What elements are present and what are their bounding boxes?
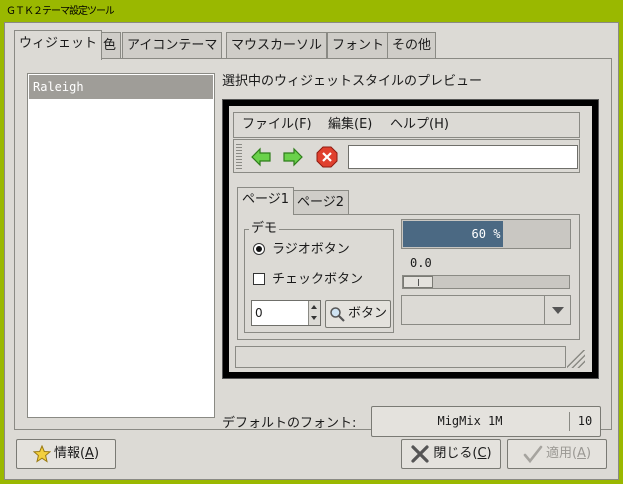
close-icon xyxy=(411,444,429,463)
toolbar-grip-handle[interactable] xyxy=(236,143,242,169)
stop-icon[interactable] xyxy=(316,146,338,168)
forward-arrow-icon[interactable] xyxy=(282,146,304,168)
back-arrow-icon[interactable] xyxy=(250,146,272,168)
window-title: ＧＴＫ２テーマ設定ツール xyxy=(6,6,114,17)
app-window: ＧＴＫ２テーマ設定ツール ウィジェット 色 アイコンテーマ マウスカーソル フォ… xyxy=(0,0,623,484)
default-font-label: デフォルトのフォント: xyxy=(222,416,357,431)
close-button-label: 閉じる(C) xyxy=(433,446,492,461)
demo-frame-legend: デモ xyxy=(249,221,280,237)
demo-button-label: ボタン xyxy=(347,306,387,321)
radio-button[interactable]: ラジオボタン xyxy=(253,240,350,260)
demo-button[interactable]: ボタン xyxy=(325,300,391,328)
preview-window: ファイル(F) 編集(E) ヘルプ(H) ページ1 ページ2 デモ ラジオボタン… xyxy=(229,106,592,372)
spin-up-icon[interactable] xyxy=(311,305,317,309)
apply-button[interactable]: 適用(A) xyxy=(507,439,607,469)
menu-edit[interactable]: 編集(E) xyxy=(328,113,372,137)
font-chooser-button[interactable]: MigMix 1M 10 xyxy=(371,406,601,437)
font-separator xyxy=(569,412,570,431)
about-button-label: 情報(A) xyxy=(53,446,100,461)
radio-label: ラジオボタン xyxy=(272,242,350,257)
menu-help[interactable]: ヘルプ(H) xyxy=(390,113,449,137)
star-icon xyxy=(32,444,51,463)
close-button[interactable]: 閉じる(C) xyxy=(401,439,501,469)
scale-slider-handle[interactable] xyxy=(403,276,433,288)
progress-text: 60 % xyxy=(471,227,501,241)
font-size: 10 xyxy=(577,414,593,428)
main-content: ウィジェット 色 アイコンテーマ マウスカーソル フォント その他 Raleig… xyxy=(4,22,619,480)
tab-font[interactable]: フォント xyxy=(327,32,390,58)
search-icon xyxy=(330,306,345,322)
menu-file[interactable]: ファイル(F) xyxy=(242,113,312,137)
status-bar xyxy=(235,346,566,368)
scale-value: 0.0 xyxy=(410,256,432,270)
tab-other[interactable]: その他 xyxy=(387,32,437,58)
spin-button[interactable]: 0 xyxy=(251,300,321,326)
font-name: MigMix 1M xyxy=(437,414,503,428)
check-button[interactable]: チェックボタン xyxy=(253,270,363,290)
combo-box[interactable] xyxy=(401,295,571,325)
demo-frame: デモ ラジオボタン チェックボタン 0 ボタン xyxy=(244,221,394,333)
tab-icon-theme[interactable]: アイコンテーマ xyxy=(122,32,223,58)
preview-frame: ファイル(F) 編集(E) ヘルプ(H) ページ1 ページ2 デモ ラジオボタン… xyxy=(222,99,599,379)
apply-button-label: 適用(A) xyxy=(545,446,592,461)
tab-widget[interactable]: ウィジェット xyxy=(14,30,103,60)
spin-arrows[interactable] xyxy=(308,301,320,325)
widget-tab-panel: Raleigh 選択中のウィジェットスタイルのプレビュー ファイル(F) 編集(… xyxy=(14,58,612,437)
resize-grip-handle[interactable] xyxy=(567,350,585,368)
tab-mouse-cursor[interactable]: マウスカーソル xyxy=(226,32,328,58)
checkbox-indicator[interactable] xyxy=(253,273,265,285)
spin-value: 0 xyxy=(255,306,263,320)
preview-toolbar xyxy=(233,139,580,173)
checkmark-icon xyxy=(523,445,543,463)
theme-list[interactable]: Raleigh xyxy=(27,73,215,418)
title-bar[interactable]: ＧＴＫ２テーマ設定ツール xyxy=(4,4,619,20)
preview-label: 選択中のウィジェットスタイルのプレビュー xyxy=(222,74,483,89)
radio-indicator[interactable] xyxy=(253,243,265,255)
spin-down-icon[interactable] xyxy=(311,316,317,320)
check-label: チェックボタン xyxy=(272,272,364,287)
progress-bar: 60 % xyxy=(401,219,571,249)
about-button[interactable]: 情報(A) xyxy=(16,439,116,469)
chevron-down-icon xyxy=(552,307,564,314)
theme-list-item-selected[interactable]: Raleigh xyxy=(29,75,213,99)
combo-dropdown-button[interactable] xyxy=(544,296,570,324)
toolbar-entry[interactable] xyxy=(348,145,578,169)
preview-menubar: ファイル(F) 編集(E) ヘルプ(H) xyxy=(233,112,580,138)
page1-panel: デモ ラジオボタン チェックボタン 0 ボタン 60 % 0.0 xyxy=(237,214,580,340)
scale-slider[interactable] xyxy=(402,275,570,289)
tab-page1[interactable]: ページ1 xyxy=(237,187,295,215)
tab-page2[interactable]: ページ2 xyxy=(292,190,350,214)
